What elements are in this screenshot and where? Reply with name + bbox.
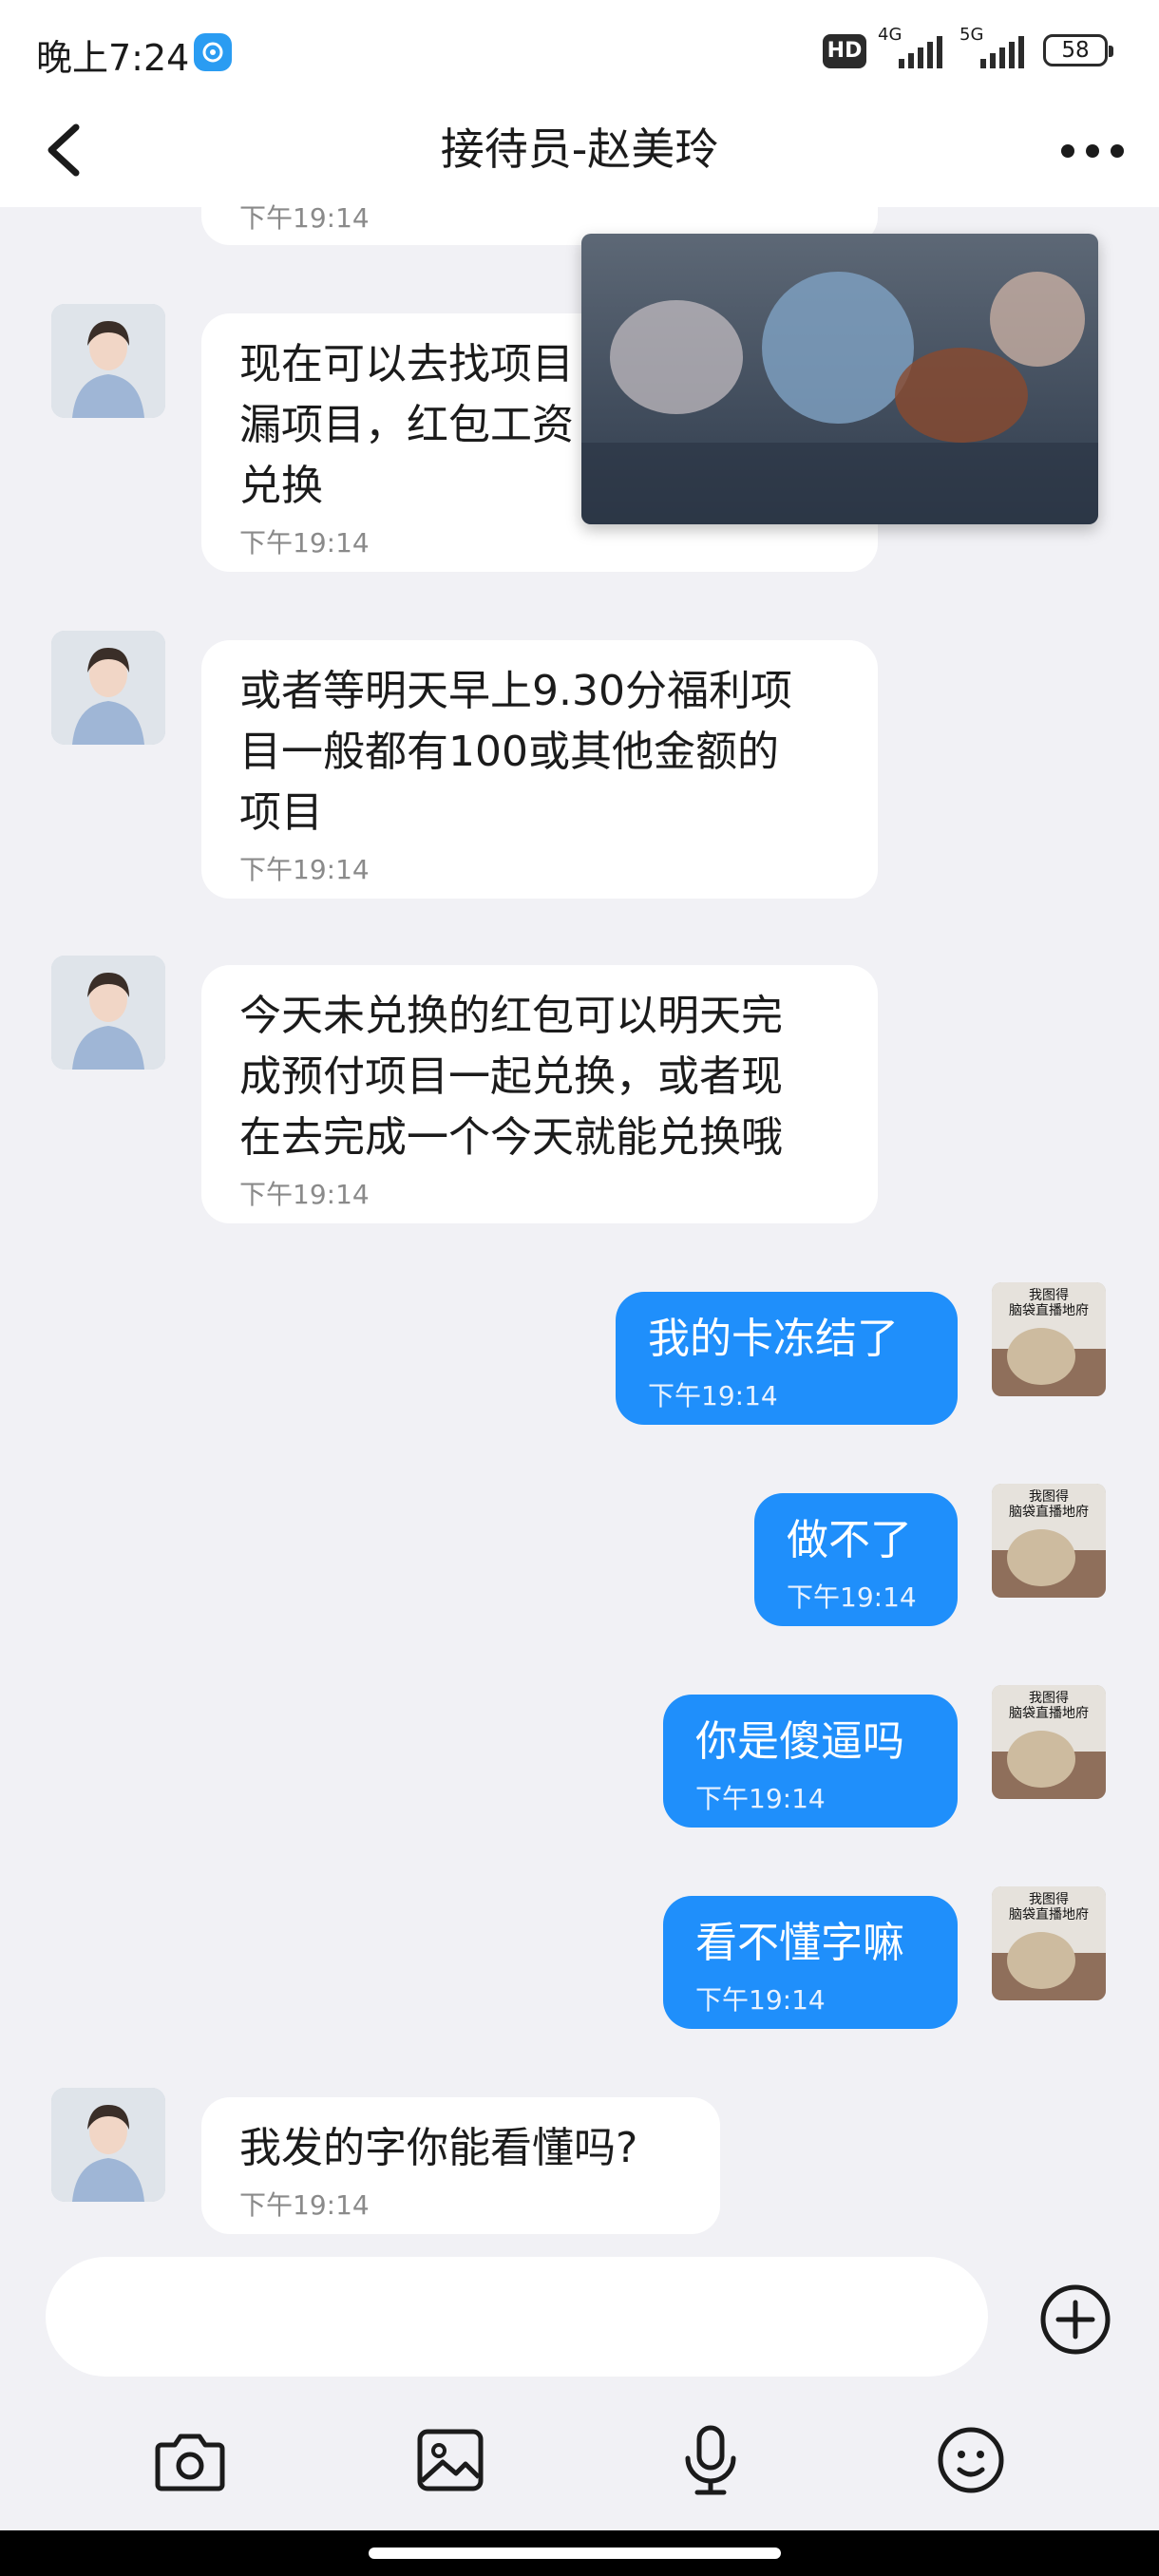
chat-title: 接待员-赵美玲 [440, 123, 719, 175]
status-time: 晚上7:24 [36, 37, 190, 79]
camera-icon[interactable] [150, 2420, 230, 2500]
avatar-self[interactable]: 我图得 脑袋直播地府 [992, 1282, 1106, 1396]
avatar-self[interactable]: 我图得 脑袋直播地府 [992, 1886, 1106, 2000]
battery-indicator: 58 [1043, 34, 1113, 66]
signal-icon [980, 36, 1024, 68]
floating-video-window[interactable] [581, 234, 1098, 524]
message-bubble[interactable]: 或者等明天早上9.30分福利项 目一般都有100或其他金额的 项目 下午19:1… [201, 640, 878, 899]
message-time: 下午19:14 [787, 1582, 917, 1613]
message-bubble[interactable]: 我发的字你能看懂吗? 下午19:14 [201, 2097, 720, 2234]
video-thumbnail [581, 234, 1098, 524]
home-indicator[interactable] [369, 2548, 781, 2559]
avatar-agent[interactable] [51, 304, 165, 418]
signal-icon [899, 36, 942, 68]
svg-text:脑袋直播地府: 脑袋直播地府 [1009, 1705, 1089, 1721]
message-time: 下午19:14 [239, 527, 370, 559]
svg-text:脑袋直播地府: 脑袋直播地府 [1009, 1504, 1089, 1520]
image-icon[interactable] [410, 2420, 490, 2500]
message-text: 看不懂字嘛 [695, 1919, 904, 1967]
status-bar: 晚上7:24 HD 4G 5G 58 [0, 0, 1159, 101]
svg-text:脑袋直播地府: 脑袋直播地府 [1009, 1906, 1089, 1923]
message-text: 今天未兑换的红包可以明天完 成预付项目一起兑换，或者现 在去完成一个今天就能兑换… [239, 992, 783, 1162]
message-bubble[interactable]: 今天未兑换的红包可以明天完 成预付项目一起兑换，或者现 在去完成一个今天就能兑换… [201, 965, 878, 1223]
message-text: 我的卡冻结了 [648, 1315, 899, 1363]
avatar-agent[interactable] [51, 631, 165, 745]
message-time: 下午19:14 [239, 2189, 370, 2221]
message-time: 下午19:14 [695, 1984, 826, 2016]
svg-text:我图得: 我图得 [1029, 1690, 1069, 1706]
message-bubble-self[interactable]: 你是傻逼吗 下午19:14 [663, 1695, 958, 1828]
message-time-partial: 下午19:14 [239, 202, 370, 234]
hd-badge: HD [823, 34, 866, 68]
avatar-agent[interactable] [51, 2088, 165, 2202]
message-time: 下午19:14 [648, 1380, 778, 1411]
chat-header: 接待员-赵美玲 [0, 101, 1159, 207]
microphone-icon[interactable] [671, 2420, 750, 2500]
message-bubble-self[interactable]: 我的卡冻结了 下午19:14 [616, 1292, 958, 1425]
more-icon[interactable] [1056, 137, 1129, 165]
message-bubble-self[interactable]: 看不懂字嘛 下午19:14 [663, 1896, 958, 2029]
svg-text:脑袋直播地府: 脑袋直播地府 [1009, 1302, 1089, 1318]
message-time: 下午19:14 [695, 1783, 826, 1814]
avatar-self[interactable]: 我图得 脑袋直播地府 [992, 1685, 1106, 1799]
message-time: 下午19:14 [239, 854, 370, 885]
message-text: 或者等明天早上9.30分福利项 目一般都有100或其他金额的 项目 [239, 667, 792, 837]
avatar-self[interactable]: 我图得 脑袋直播地府 [992, 1484, 1106, 1598]
svg-text:我图得: 我图得 [1029, 1287, 1069, 1303]
message-time: 下午19:14 [239, 1179, 370, 1210]
message-input[interactable] [46, 2257, 988, 2377]
message-text: 我发的字你能看懂吗? [239, 2124, 638, 2172]
message-text: 做不了 [787, 1516, 912, 1564]
add-icon[interactable] [1037, 2282, 1113, 2358]
app-badge-icon [194, 33, 232, 71]
message-bubble-self[interactable]: 做不了 下午19:14 [754, 1493, 958, 1626]
emoji-icon[interactable] [931, 2420, 1011, 2500]
svg-text:我图得: 我图得 [1029, 1891, 1069, 1907]
message-text: 你是傻逼吗 [695, 1717, 904, 1766]
avatar-agent[interactable] [51, 956, 165, 1070]
svg-text:我图得: 我图得 [1029, 1488, 1069, 1505]
